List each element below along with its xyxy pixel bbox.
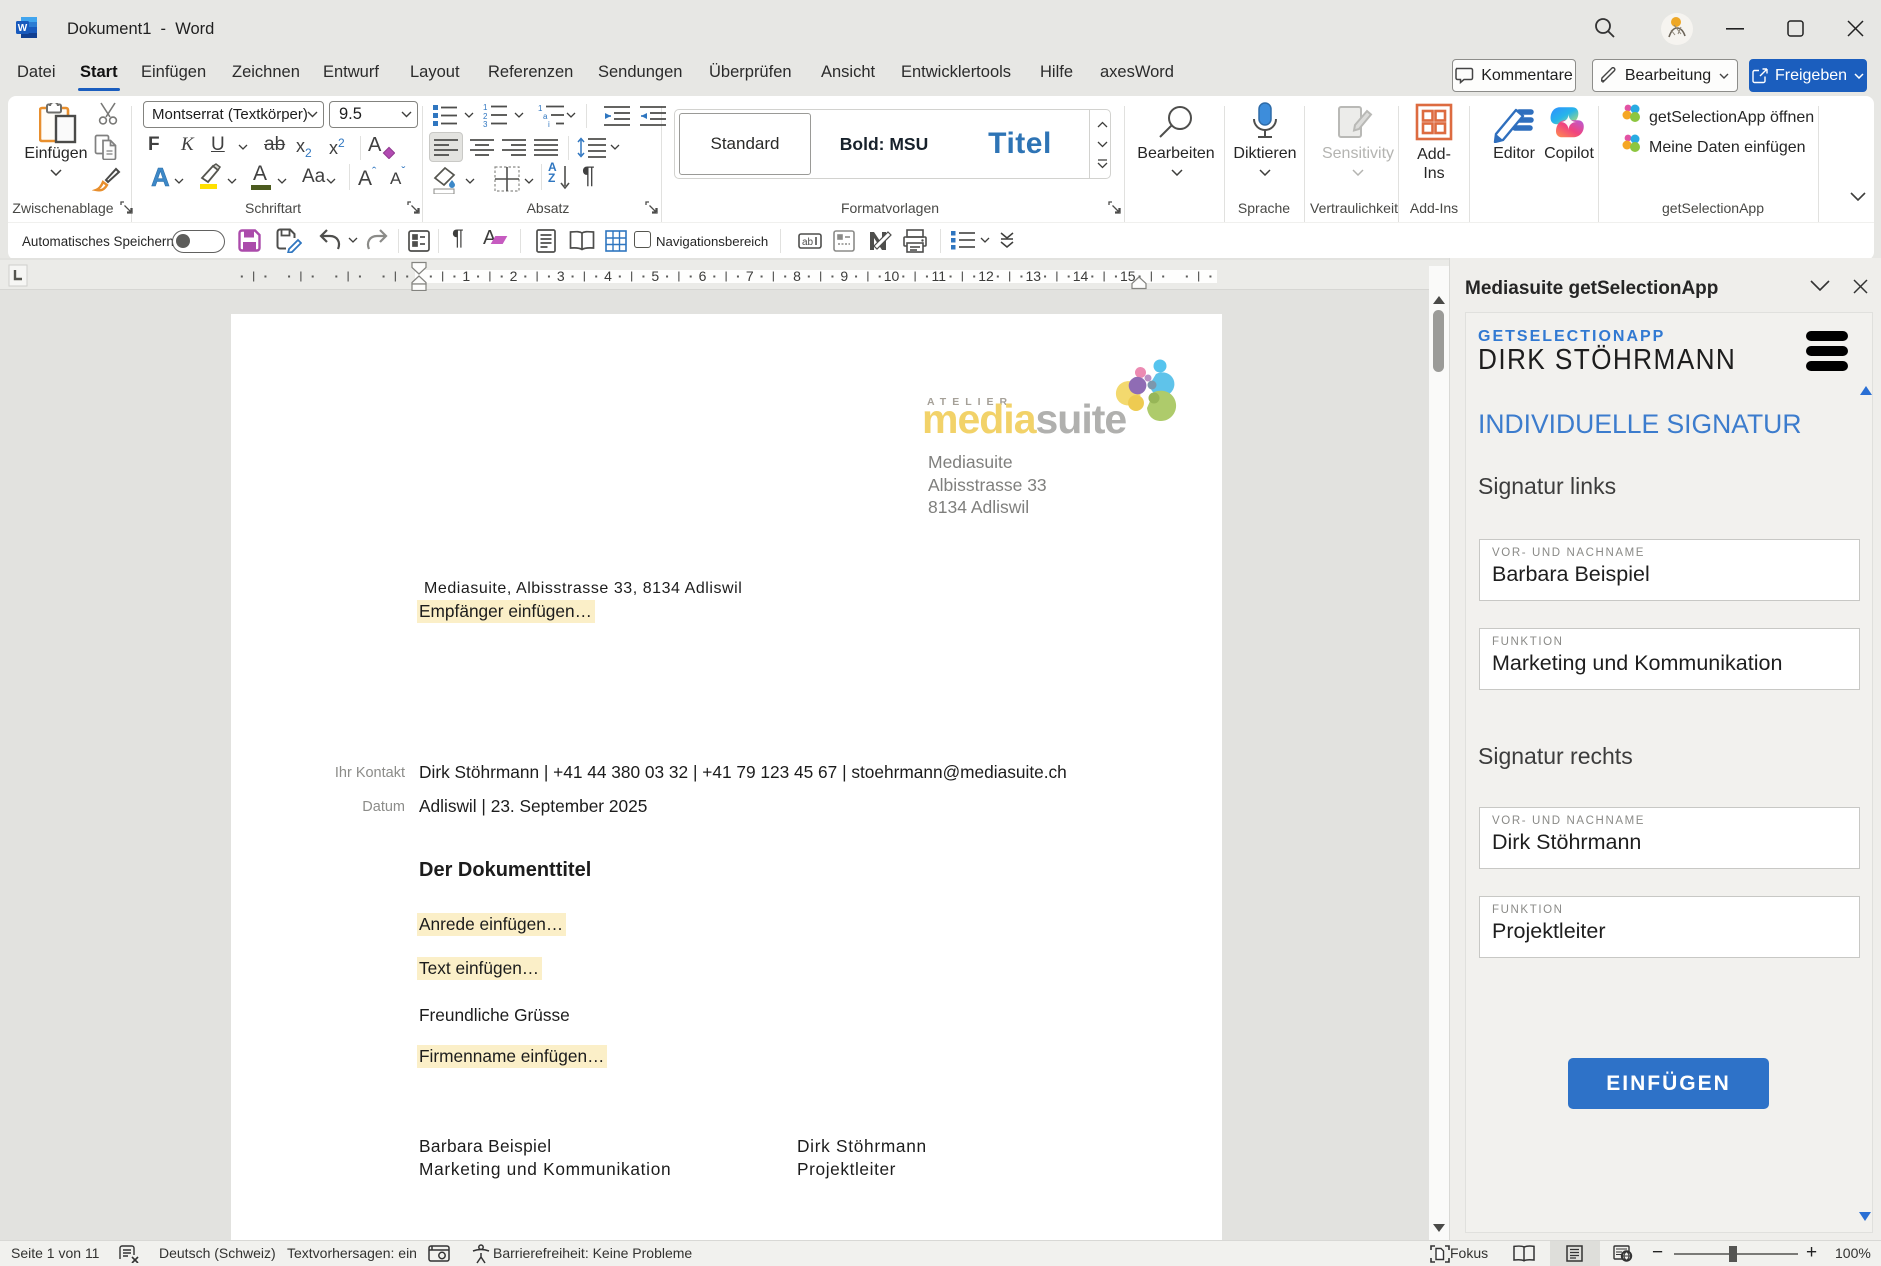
svg-text:7: 7 bbox=[746, 268, 754, 284]
svg-text:i: i bbox=[548, 120, 550, 127]
svg-text:W: W bbox=[18, 23, 28, 34]
svg-text:3: 3 bbox=[483, 120, 488, 127]
svg-text:9: 9 bbox=[840, 268, 848, 284]
svg-text:1: 1 bbox=[462, 268, 470, 284]
svg-text:13: 13 bbox=[1025, 268, 1041, 284]
svg-text:5: 5 bbox=[651, 268, 659, 284]
svg-text:6: 6 bbox=[699, 268, 707, 284]
svg-text:8: 8 bbox=[793, 268, 801, 284]
svg-text:3: 3 bbox=[557, 268, 565, 284]
svg-text:2: 2 bbox=[510, 268, 518, 284]
svg-text:ab: ab bbox=[802, 237, 814, 248]
svg-text:1: 1 bbox=[483, 103, 488, 112]
svg-text:12: 12 bbox=[978, 268, 994, 284]
svg-text:4: 4 bbox=[604, 268, 612, 284]
svg-text:10: 10 bbox=[884, 268, 900, 284]
svg-text:14: 14 bbox=[1073, 268, 1089, 284]
svg-text:11: 11 bbox=[931, 268, 946, 284]
